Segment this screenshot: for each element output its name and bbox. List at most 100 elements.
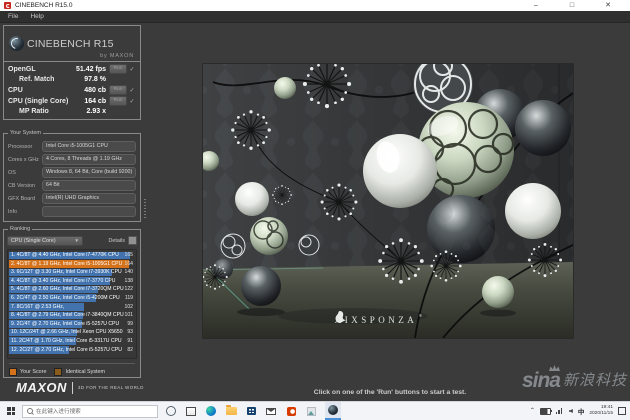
ranking-row[interactable]: 11. 2C/4T @ 1.70 GHz, Intel Core i5-3317… xyxy=(9,337,135,346)
title-bar: CINEBENCH R15.0 – □ ✕ xyxy=(0,0,630,11)
app-icon xyxy=(4,2,11,9)
tray-clock[interactable]: 19:41 2020/11/15 xyxy=(589,405,613,416)
ranking-controls: CPU (Single Core) ▼ Details xyxy=(7,235,137,246)
sina-watermark: sina 新浪科技 xyxy=(521,365,627,392)
maxon-tagline: 3D FOR THE REAL WORLD xyxy=(77,385,144,390)
system-field-value: Intel(R) UHD Graphics xyxy=(42,193,136,204)
engraved-dark-sphere xyxy=(427,195,495,263)
ranking-row[interactable]: 7. 8C/16T @ 2.53 GHz, 102 xyxy=(9,303,135,312)
ranking-row[interactable]: 3. 6C/12T @ 3.30 GHz, Intel Core i7-3930… xyxy=(9,268,135,277)
close-button[interactable]: ✕ xyxy=(590,0,626,11)
action-center-icon[interactable] xyxy=(618,407,626,415)
score-value: 2.93 x xyxy=(86,108,106,116)
system-field-row: CB Version 64 Bit xyxy=(8,179,136,192)
start-button[interactable] xyxy=(0,407,22,415)
taskbar-search-input[interactable]: 在此键入进行搜索 xyxy=(22,404,158,418)
minimize-button[interactable]: – xyxy=(518,0,554,11)
cinebench-taskbar-button[interactable] xyxy=(325,402,341,420)
system-field-value: Windows 8, 64 Bit, Core (build 9200) xyxy=(42,167,136,178)
photos-button[interactable] xyxy=(305,402,317,420)
mail-icon xyxy=(266,407,276,415)
ranking-row[interactable]: 10. 12C/24T @ 2.66 GHz, Intel Xeon CPU X… xyxy=(9,328,135,337)
ranking-row[interactable]: 8. 4C/8T @ 2.79 GHz, Intel Core i7-3840Q… xyxy=(9,311,135,320)
dark-bottom-sphere xyxy=(241,266,281,306)
chrome-sphere xyxy=(515,100,571,156)
footer-divider xyxy=(71,381,73,394)
maximize-button[interactable]: □ xyxy=(554,0,590,11)
svg-text:®: ® xyxy=(419,313,422,318)
ranking-label: 7. 8C/16T @ 2.53 GHz, xyxy=(11,303,65,310)
cortana-button[interactable] xyxy=(165,402,177,420)
score-row: CPU (Single Core) 164 cb Run ✓ xyxy=(8,96,136,107)
network-icon[interactable] xyxy=(555,408,564,414)
system-field-row: Processor Intel Core i5-1005G1 CPU xyxy=(8,140,136,153)
maxon-logo: MAXON xyxy=(16,380,67,395)
ranking-value: 93 xyxy=(127,329,133,336)
window-title: CINEBENCH R15.0 xyxy=(15,2,73,9)
system-field-value: 64 Bit xyxy=(42,180,136,191)
check-icon: ✓ xyxy=(129,66,135,73)
ranking-row[interactable]: 4. 4C/8T @ 3.40 GHz, Intel Core i7-3770 … xyxy=(9,277,135,286)
ranking-row[interactable]: 12. 2C/2T @ 2.70 GHz, Intel Core i5-5257… xyxy=(9,346,135,355)
check-icon: ✓ xyxy=(129,98,135,105)
sina-cjk-text: 新浪科技 xyxy=(562,372,627,389)
ranking-section: Ranking CPU (Single Core) ▼ Details 1. 4… xyxy=(3,226,141,378)
ranking-row[interactable]: 1. 4C/8T @ 4.40 GHz, Intel Core i7-4770K… xyxy=(9,251,135,260)
menu-bar: File Help xyxy=(0,11,630,23)
ranking-label: 2. 4C/8T @ 1.19 GHz, Intel Core i5-1005G… xyxy=(11,260,123,267)
tray-date: 2020/11/15 xyxy=(589,411,613,416)
run-button[interactable]: Run xyxy=(109,96,128,107)
system-fields: Processor Intel Core i5-1005G1 CPU Cores x… xyxy=(8,140,136,218)
small-white-sphere xyxy=(235,182,269,216)
office-button[interactable] xyxy=(285,402,297,420)
ranking-row[interactable]: 9. 2C/4T @ 2.70 GHz, Intel Core i5-5257U… xyxy=(9,320,135,329)
ranking-value: 119 xyxy=(124,294,133,301)
aixsponza-text: AIXSPONZA xyxy=(335,315,418,325)
menu-item-file[interactable]: File xyxy=(8,13,18,20)
system-field-value xyxy=(42,206,136,217)
search-placeholder: 在此键入进行搜索 xyxy=(36,409,81,415)
system-field-value: 4 Cores, 8 Threads @ 1.19 GHz xyxy=(42,154,136,165)
ranking-value: 91 xyxy=(127,337,133,344)
cinebench-icon xyxy=(328,405,338,415)
mail-button[interactable] xyxy=(265,402,277,420)
system-field-row: GFX Board Intel(R) UHD Graphics xyxy=(8,192,136,205)
window-controls: – □ ✕ xyxy=(518,0,626,11)
run-button[interactable]: Run xyxy=(109,85,127,96)
system-field-label: Cores x GHz xyxy=(8,156,39,163)
score-label: OpenGL xyxy=(8,65,36,73)
store-button[interactable] xyxy=(245,402,257,420)
render-preview: AIXSPONZA ® xyxy=(199,54,576,339)
score-label: MP Ratio xyxy=(19,108,49,116)
ranking-row[interactable]: 2. 4C/8T @ 1.19 GHz, Intel Core i5-1005G… xyxy=(9,260,135,269)
ranking-label: 10. 12C/24T @ 2.66 GHz, Intel Xeon CPU X… xyxy=(11,329,123,336)
logo-byline: by MAXON xyxy=(100,53,134,59)
edge-button[interactable] xyxy=(205,402,217,420)
score-value: 51.42 fps xyxy=(76,65,106,73)
run-button[interactable]: Run xyxy=(109,64,127,75)
volume-icon[interactable] xyxy=(568,409,573,413)
search-icon xyxy=(27,408,33,414)
menu-item-help[interactable]: Help xyxy=(30,13,43,20)
system-field-row: Info xyxy=(8,205,136,218)
ranking-label: 12. 2C/2T @ 2.70 GHz, Intel Core i5-5257… xyxy=(11,346,122,353)
ranking-row[interactable]: 6. 2C/4T @ 2.50 GHz, Intel Core i5-4200M… xyxy=(9,294,135,303)
details-checkbox[interactable] xyxy=(128,236,137,245)
legend-label: Identical System xyxy=(65,368,106,375)
ranking-value: 164 xyxy=(124,260,134,267)
ime-indicator[interactable]: 中 xyxy=(578,406,585,416)
ranking-selector-dropdown[interactable]: CPU (Single Core) ▼ xyxy=(7,235,83,246)
small-green-sphere xyxy=(274,77,296,99)
ranking-label: 4. 4C/8T @ 3.40 GHz, Intel Core i7-3770 … xyxy=(11,277,116,284)
cinebench-ball-icon xyxy=(9,36,24,51)
ranking-label: 3. 6C/12T @ 3.30 GHz, Intel Core i7-3930… xyxy=(11,269,122,276)
task-view-button[interactable] xyxy=(185,402,197,420)
file-explorer-button[interactable] xyxy=(225,402,237,420)
panel-resize-gripper[interactable] xyxy=(144,197,146,219)
battery-icon[interactable] xyxy=(539,407,552,415)
score-value: 164 cb xyxy=(84,97,107,105)
sina-brand-text: sina xyxy=(521,369,561,392)
crown-icon xyxy=(548,365,560,371)
tray-expand-chevron[interactable]: ⌃ xyxy=(530,408,535,414)
ranking-row[interactable]: 5. 4C/8T @ 2.60 GHz, Intel Core i7-3720Q… xyxy=(9,285,135,294)
